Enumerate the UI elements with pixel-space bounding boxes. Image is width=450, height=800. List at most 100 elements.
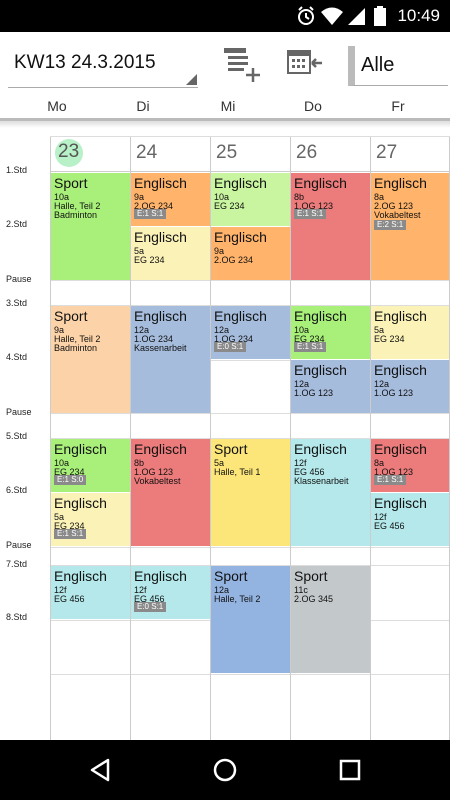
lesson-card[interactable]: Englisch 12a 1.OG 234 E:0 S:1 [211,306,290,359]
lesson-card[interactable]: Englisch 8a 2.OG 123 Vokabeltest E:2 S:1 [371,173,449,280]
filter-value: Alle [361,54,395,76]
grid-line [50,136,450,137]
lesson-subject: Englisch [134,441,187,457]
day-label-di: Di [136,98,150,114]
date-number: 25 [216,142,238,163]
slot-label: 7.Std [6,559,28,569]
lesson-card[interactable]: Englisch 9a 2.OG 234 E:1 S:1 [131,173,210,226]
day-header: Mo Di Mi Do Fr [0,92,450,120]
lesson-room: Halle, Teil 2 [214,594,261,604]
lesson-card[interactable]: Englisch 9a 2.OG 234 [211,227,290,280]
lesson-subject: Sport [294,568,328,584]
lesson-card[interactable]: Englisch 8a 1.OG 123 E:1 S:1 [371,439,449,492]
lesson-card[interactable]: Sport 11c 2.OG 345 [291,566,370,673]
lesson-subject: Sport [214,441,248,457]
dropdown-triangle-icon [186,74,197,85]
lesson-note: Kassenarbeit [134,343,187,353]
timetable-grid: 1.Std 2.Std Pause 3.Std 4.Std Pause 5.St… [0,128,450,740]
date-cell-today[interactable]: 23 [51,138,130,172]
lesson-subject: Sport [54,175,88,191]
back-button[interactable] [84,754,116,786]
back-triangle-icon [90,758,110,782]
grid-line [50,280,450,281]
lesson-card[interactable]: Englisch 12f EG 456 E:0 S:1 [131,566,210,619]
lesson-card[interactable]: Englisch 12a 1.OG 123 [371,360,449,413]
lesson-card[interactable]: Englisch 12a 1.OG 234 Kassenarbeit [131,306,210,413]
slot-label: Pause [6,540,32,550]
slot-label: 4.Std [6,352,28,362]
add-lesson-icon [224,48,260,82]
calendar-import-icon [287,50,322,74]
lesson-subject: Englisch [214,175,267,191]
grid-line [50,674,450,675]
date-cell[interactable]: 27 [371,138,450,172]
lesson-status-badge: E:1 S:1 [374,475,407,485]
slot-label: 3.Std [6,298,28,308]
date-cell[interactable]: 25 [211,138,290,172]
lesson-card[interactable]: Englisch 10a EG 234 [211,173,290,226]
lesson-room: 2.OG 234 [214,255,254,265]
lesson-subject: Englisch [374,362,427,378]
lesson-note: Vokabeltest [374,210,421,220]
lesson-subject: Englisch [294,362,347,378]
lesson-card[interactable]: Sport 12a Halle, Teil 2 [211,566,290,673]
lesson-card[interactable]: Sport 9a Halle, Teil 2 Badminton [51,306,130,413]
date-number: 26 [296,142,318,163]
clock: 10:49 [397,6,440,25]
lesson-room: EG 234 [214,201,245,211]
calendar-import-button[interactable] [282,42,326,86]
lesson-room: EG 234 [374,334,405,344]
lesson-subject: Sport [54,308,88,324]
signal-icon [348,8,365,25]
lesson-card[interactable]: Englisch 8b 1.OG 123 E:1 S:1 [291,173,370,280]
filter-dropdown[interactable]: Alle [348,46,448,86]
lesson-card[interactable]: Englisch 12f EG 456 Klassenarbeit [291,439,370,546]
lesson-status-badge: E:1 S:1 [54,529,87,539]
lesson-subject: Englisch [214,308,267,324]
lesson-note: Klassenarbeit [294,476,349,486]
lesson-card[interactable]: Sport 10a Halle, Teil 2 Badminton [51,173,130,280]
day-label-fr: Fr [391,98,405,114]
lesson-subject: Englisch [374,308,427,324]
lesson-card[interactable]: Englisch 8b 1.OG 123 Vokabeltest [131,439,210,546]
lesson-status-badge: E:0 S:1 [134,602,167,612]
lesson-card[interactable]: Englisch 5a EG 234 [371,306,449,359]
lesson-status-badge: E:1 S:1 [134,209,167,219]
lesson-room: 2.OG 345 [294,594,334,604]
lesson-card[interactable]: Englisch 12f EG 456 [51,566,130,619]
lesson-subject: Englisch [294,441,347,457]
lesson-subject: Englisch [134,175,187,191]
date-number: 23 [58,141,80,162]
lesson-card[interactable]: Englisch 5a EG 234 E:1 S:1 [51,493,130,546]
week-label: KW13 24.3.2015 [14,52,156,73]
lesson-subject: Englisch [54,495,107,511]
grid-line [50,547,450,548]
slot-label: 2.Std [6,219,28,229]
lesson-card[interactable]: Englisch 12f EG 456 [371,493,449,546]
lesson-subject: Englisch [54,441,107,457]
date-number: 24 [136,142,158,163]
lesson-subject: Englisch [294,308,347,324]
lesson-card[interactable]: Englisch 10a EG 234 E:1 S:1 [291,306,370,359]
slot-label: 5.Std [6,431,28,441]
lesson-status-badge: E:1 S:0 [54,475,87,485]
recents-button[interactable] [334,754,366,786]
lesson-note: Badminton [54,343,98,353]
date-cell[interactable]: 24 [131,138,210,172]
add-lesson-button[interactable] [218,42,262,86]
lesson-note: Badminton [54,210,98,220]
lesson-subject: Englisch [134,568,187,584]
lesson-card[interactable]: Sport 5a Halle, Teil 1 [211,439,290,546]
lesson-card[interactable]: Englisch 10a EG 234 E:1 S:0 [51,439,130,492]
slot-label: Pause [6,274,32,284]
lesson-subject: Englisch [374,441,427,457]
navigation-bar [0,740,450,800]
lesson-status-badge: E:2 S:1 [374,220,407,230]
date-cell[interactable]: 26 [291,138,370,172]
lesson-subject: Englisch [54,568,107,584]
week-selector[interactable]: KW13 24.3.2015 [8,44,198,88]
lesson-card[interactable]: Englisch 5a EG 234 [131,227,210,280]
lesson-card[interactable]: Englisch 12a 1.OG 123 [291,360,370,413]
home-button[interactable] [209,754,241,786]
day-label-do: Do [304,98,322,114]
